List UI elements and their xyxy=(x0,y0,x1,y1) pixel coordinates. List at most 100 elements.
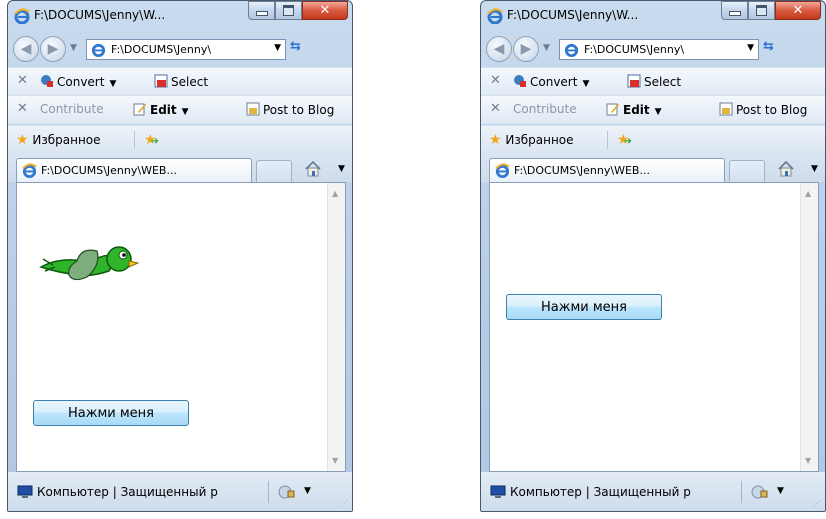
convert-button[interactable]: Convert ▼ xyxy=(40,74,116,89)
close-toolbar-icon[interactable]: ✕ xyxy=(490,101,501,116)
address-text[interactable]: F:\DOCUMS\Jenny\ xyxy=(111,43,261,56)
zone-dropdown[interactable]: ▼ xyxy=(777,486,784,496)
forward-button[interactable]: ▶ xyxy=(513,36,539,62)
convert-icon xyxy=(514,75,526,87)
refresh-icon[interactable]: ⇆ xyxy=(763,39,774,54)
edit-label: Edit xyxy=(150,103,177,117)
scroll-up-icon[interactable]: ▲ xyxy=(805,189,811,198)
close-toolbar-icon[interactable]: ✕ xyxy=(490,73,501,88)
active-tab[interactable]: F:\DOCUMS\Jenny\WEB... xyxy=(16,158,252,182)
home-icon[interactable] xyxy=(777,160,795,178)
navigation-bar: ◀ ▶ ▼ F:\DOCUMS\Jenny\ ▼ ⇆ xyxy=(481,31,825,67)
post-to-blog-button[interactable]: Post to Blog xyxy=(246,102,334,117)
favorites-label: Избранное xyxy=(505,133,574,147)
maximize-button[interactable] xyxy=(275,1,302,20)
security-zone-icon[interactable] xyxy=(751,485,769,499)
tab-row: F:\DOCUMS\Jenny\WEB... ▼ xyxy=(8,152,352,182)
convert-icon xyxy=(41,75,53,87)
zone-dropdown[interactable]: ▼ xyxy=(304,486,311,496)
address-bar[interactable]: F:\DOCUMS\Jenny\ ▼ xyxy=(86,39,286,60)
window-title: F:\DOCUMS\Jenny\W... xyxy=(34,8,166,22)
title-bar[interactable]: F:\DOCUMS\Jenny\W... ✕ xyxy=(481,1,825,31)
forward-icon: ▶ xyxy=(520,41,532,57)
press-me-button[interactable]: Нажми меня xyxy=(506,294,662,320)
window-title: F:\DOCUMS\Jenny\W... xyxy=(507,8,639,22)
maximize-button[interactable] xyxy=(748,1,775,20)
address-text[interactable]: F:\DOCUMS\Jenny\ xyxy=(584,43,734,56)
home-dropdown[interactable]: ▼ xyxy=(338,164,345,174)
tab-row: F:\DOCUMS\Jenny\WEB... ▼ xyxy=(481,152,825,182)
favorites-label: Избранное xyxy=(32,133,101,147)
address-bar[interactable]: F:\DOCUMS\Jenny\ ▼ xyxy=(559,39,759,60)
convert-button[interactable]: Convert ▼ xyxy=(513,74,589,89)
divider xyxy=(268,481,269,503)
title-bar[interactable]: F:\DOCUMS\Jenny\W... ✕ xyxy=(8,1,352,31)
favorites-star-icon: ★ xyxy=(489,132,502,148)
convert-label: Convert xyxy=(530,75,578,89)
home-icon[interactable] xyxy=(304,160,322,178)
scroll-up-icon[interactable]: ▲ xyxy=(332,189,338,198)
edit-button[interactable]: Edit ▼ xyxy=(606,102,662,117)
add-favorites-icon[interactable]: ★➜ xyxy=(617,132,632,148)
favorites-button[interactable]: ★ Избранное xyxy=(489,132,574,148)
browser-window-left: F:\DOCUMS\Jenny\W... ✕ ◀ ▶ ▼ F:\DOCUMS\J… xyxy=(7,0,353,512)
security-zone-icon[interactable] xyxy=(278,485,296,499)
recent-pages-dropdown[interactable]: ▼ xyxy=(543,43,550,53)
computer-icon xyxy=(17,485,33,498)
forward-button[interactable]: ▶ xyxy=(40,36,66,62)
close-icon: ✕ xyxy=(319,3,331,18)
select-button[interactable]: Select xyxy=(627,74,681,89)
ie-logo-icon xyxy=(91,43,106,57)
scroll-down-icon[interactable]: ▼ xyxy=(332,456,338,465)
back-icon: ◀ xyxy=(20,41,32,57)
scroll-down-icon[interactable]: ▼ xyxy=(805,456,811,465)
contribute-button[interactable]: Contribute xyxy=(513,102,577,116)
adobe-toolbar: ✕ Convert ▼ Select xyxy=(8,67,352,96)
close-button[interactable]: ✕ xyxy=(775,1,821,20)
minimize-icon xyxy=(255,11,268,16)
vertical-scrollbar[interactable]: ▲ ▼ xyxy=(800,183,818,471)
select-label: Select xyxy=(644,75,682,89)
post-to-blog-button[interactable]: Post to Blog xyxy=(719,102,807,117)
edit-icon xyxy=(133,103,146,116)
divider xyxy=(134,131,135,149)
recent-pages-dropdown[interactable]: ▼ xyxy=(70,43,77,53)
new-tab-button[interactable] xyxy=(256,160,292,182)
active-tab[interactable]: F:\DOCUMS\Jenny\WEB... xyxy=(489,158,725,182)
back-icon: ◀ xyxy=(493,41,505,57)
close-toolbar-icon[interactable]: ✕ xyxy=(17,101,28,116)
back-button[interactable]: ◀ xyxy=(13,36,39,62)
add-favorites-icon[interactable]: ★➜ xyxy=(144,132,159,148)
refresh-icon[interactable]: ⇆ xyxy=(290,39,301,54)
resize-grip-icon[interactable]: ⋰ xyxy=(813,499,821,508)
close-toolbar-icon[interactable]: ✕ xyxy=(17,73,28,88)
close-button[interactable]: ✕ xyxy=(302,1,348,20)
ie-logo-icon xyxy=(487,8,503,24)
press-me-button[interactable]: Нажми меня xyxy=(33,400,189,426)
chevron-down-icon: ▼ xyxy=(582,79,590,89)
address-dropdown[interactable]: ▼ xyxy=(274,43,281,53)
status-bar: Компьютер | Защищенный р ▼ ⋰ xyxy=(8,472,352,511)
back-button[interactable]: ◀ xyxy=(486,36,512,62)
minimize-button[interactable] xyxy=(248,1,275,20)
select-button[interactable]: Select xyxy=(154,74,208,89)
select-icon xyxy=(154,74,168,88)
address-dropdown[interactable]: ▼ xyxy=(747,43,754,53)
contribute-button[interactable]: Contribute xyxy=(40,102,104,116)
browser-window-right: F:\DOCUMS\Jenny\W... ✕ ◀ ▶ ▼ F:\DOCUMS\J… xyxy=(480,0,826,512)
minimize-button[interactable] xyxy=(721,1,748,20)
tab-label: F:\DOCUMS\Jenny\WEB... xyxy=(41,164,177,177)
maximize-icon xyxy=(283,5,294,16)
home-dropdown[interactable]: ▼ xyxy=(811,164,818,174)
new-tab-button[interactable] xyxy=(729,160,765,182)
post-blog-icon xyxy=(246,102,260,116)
favorites-button[interactable]: ★ Избранное xyxy=(16,132,101,148)
edit-button[interactable]: Edit ▼ xyxy=(133,102,189,117)
status-zone-text: Компьютер | Защищенный р xyxy=(37,485,218,499)
resize-grip-icon[interactable]: ⋰ xyxy=(340,499,348,508)
ie-logo-icon xyxy=(495,163,510,178)
vertical-scrollbar[interactable]: ▲ ▼ xyxy=(327,183,345,471)
chevron-down-icon: ▼ xyxy=(654,107,662,117)
ie-logo-icon xyxy=(564,43,579,57)
favorites-bar: ★ Избранное ★➜ xyxy=(8,125,352,154)
